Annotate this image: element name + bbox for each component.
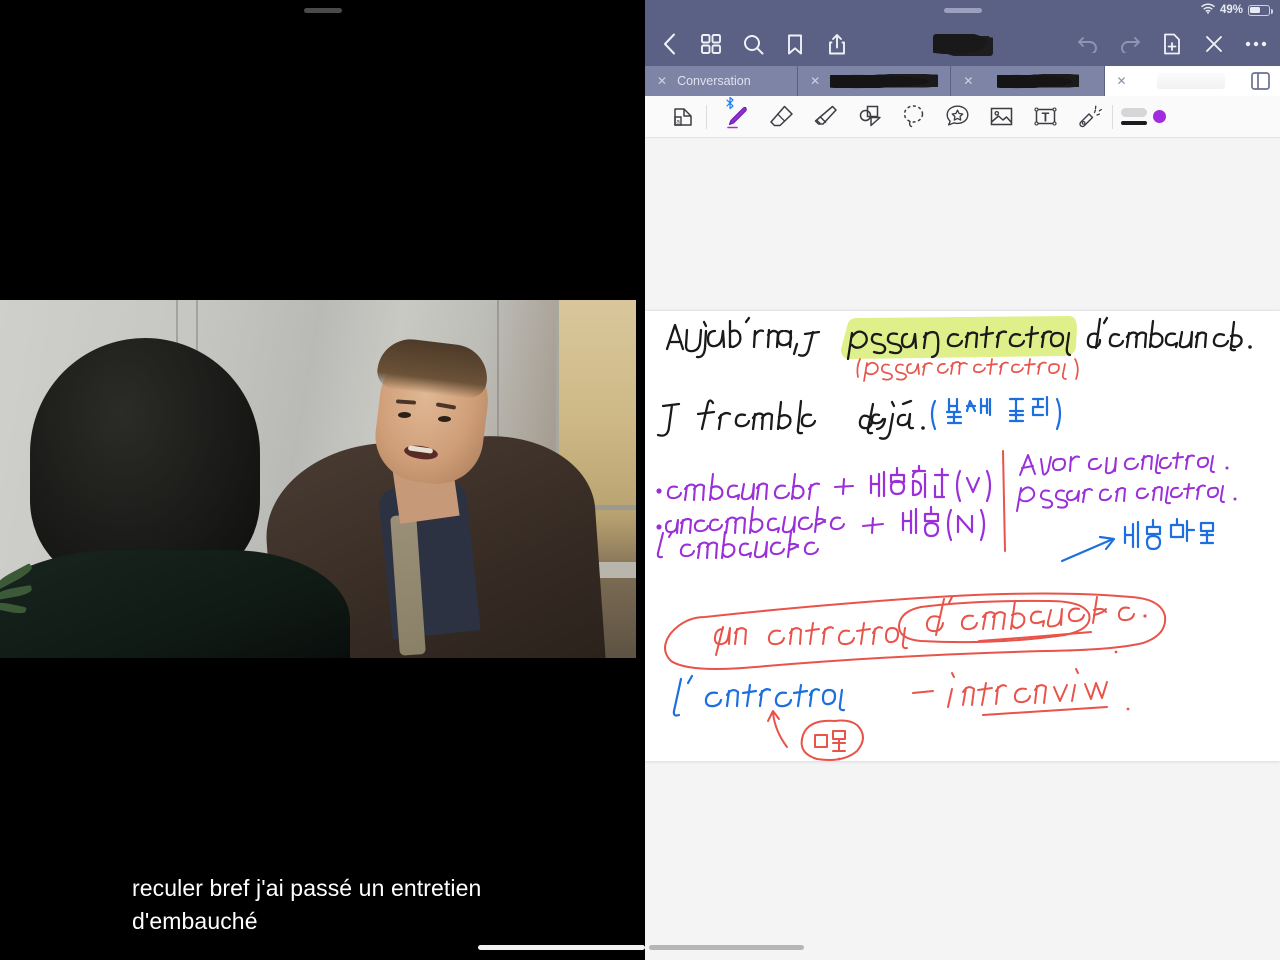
ink-red-divider <box>1002 450 1006 552</box>
note-canvas-area[interactable] <box>645 138 1280 960</box>
laser-pointer-tool[interactable] <box>1067 98 1113 136</box>
note-page[interactable] <box>645 311 1280 761</box>
ink-line-je-tremble-deja <box>656 399 925 440</box>
document-title-redacted <box>932 34 993 56</box>
battery-percent-label: 49% <box>1219 4 1243 16</box>
tab-label-redacted <box>1156 73 1225 89</box>
tab-label: Conversation <box>677 74 751 88</box>
note-nav-bar <box>645 22 1280 66</box>
ink-vocab-une-embauche <box>656 505 885 560</box>
subtitle-line-2: d'embauché <box>132 908 258 934</box>
tab-redacted-1[interactable]: ✕ <box>798 66 952 96</box>
ink-line-passer-un-entretien <box>856 358 1079 382</box>
note-app-pane[interactable]: 49% ✕ Conversation ✕ ✕ ✕ a T <box>645 0 1280 960</box>
share-icon[interactable] <box>825 32 849 56</box>
tab-close-icon[interactable]: ✕ <box>810 75 820 87</box>
tab-label-redacted <box>997 73 1080 89</box>
video-frame[interactable] <box>0 300 636 658</box>
interviewer-eye <box>398 412 411 418</box>
status-bar: 49% <box>645 0 1280 22</box>
pane-grab-handle[interactable] <box>303 8 342 13</box>
pen-tool[interactable] <box>715 96 759 136</box>
ink-korean-chaeyong <box>901 505 986 542</box>
stroke-color-dot[interactable] <box>1153 110 1166 123</box>
ipad-split-screen: reculer bref j'ai passé un entretien d'e… <box>0 0 1280 960</box>
bookmark-icon[interactable] <box>783 32 807 56</box>
battery-icon <box>1248 4 1273 16</box>
eraser-tool[interactable] <box>759 98 803 136</box>
tab-redacted-2[interactable]: ✕ <box>951 66 1105 96</box>
svg-text:a: a <box>676 118 680 125</box>
wifi-icon <box>1201 3 1215 17</box>
horizontal-scrollbar[interactable] <box>649 945 804 950</box>
ink-right-avoir-passer <box>1016 452 1237 512</box>
ink-vocab-embaucher <box>656 472 855 502</box>
tab-active-redacted[interactable]: ✕ <box>1104 66 1242 96</box>
sticker-tool[interactable] <box>935 98 979 136</box>
add-page-icon[interactable] <box>1160 32 1184 56</box>
drawing-toolbar[interactable]: a T <box>645 96 1280 138</box>
tab-close-icon[interactable]: ✕ <box>963 75 973 87</box>
stroke-thick-bar[interactable] <box>1121 108 1147 117</box>
subtitle-line-1: reculer bref j'ai passé un entretien <box>132 875 482 901</box>
highlighter-tool[interactable] <box>803 98 847 136</box>
back-chevron-icon[interactable] <box>657 32 681 56</box>
ink-red-interview-group <box>767 668 1130 761</box>
image-tool[interactable] <box>979 98 1023 136</box>
interviewer-eye <box>438 416 451 422</box>
tab-bar[interactable]: ✕ Conversation ✕ ✕ ✕ <box>645 66 1280 96</box>
handwritten-ink-layer <box>656 316 1252 761</box>
bluetooth-icon <box>726 96 734 109</box>
search-icon[interactable] <box>741 32 765 56</box>
grid-thumbnails-icon[interactable] <box>699 32 723 56</box>
tab-close-icon[interactable]: ✕ <box>1117 75 1127 87</box>
text-box-tool[interactable]: T <box>1023 98 1067 136</box>
page-flip-tool[interactable]: a <box>661 98 707 136</box>
home-indicator-left[interactable] <box>478 945 645 950</box>
tab-close-icon[interactable]: ✕ <box>657 75 667 87</box>
close-icon[interactable] <box>1202 32 1226 56</box>
interviewee-shoulder <box>0 550 350 658</box>
ink-blue-lentretien <box>672 674 846 717</box>
pane-grab-handle-right[interactable] <box>943 8 982 13</box>
svg-text:T: T <box>1041 111 1049 125</box>
tab-label-redacted <box>830 73 939 89</box>
office-plant <box>0 562 52 632</box>
stroke-thickness-bars[interactable] <box>1121 108 1147 125</box>
status-indicators: 49% <box>1201 3 1273 17</box>
more-ellipsis-icon[interactable] <box>1244 32 1268 56</box>
ink-korean-beolsseo <box>930 395 1062 431</box>
ink-korean-chaeyonghada <box>869 464 992 503</box>
ink-red-circled-phrase <box>664 592 1167 670</box>
stroke-style-swatch[interactable] <box>1121 108 1166 125</box>
ink-blue-arrow-korean <box>1060 517 1215 563</box>
video-subtitle: reculer bref j'ai passé un entretien d'e… <box>132 872 602 938</box>
tab-conversation[interactable]: ✕ Conversation <box>645 66 799 96</box>
split-view-icon[interactable] <box>1241 66 1280 96</box>
shapes-tool[interactable] <box>847 98 891 136</box>
stroke-thin-bar[interactable] <box>1121 121 1147 125</box>
lasso-select-tool[interactable] <box>891 98 935 136</box>
video-player-pane[interactable]: reculer bref j'ai passé un entretien d'e… <box>0 0 645 960</box>
redo-icon[interactable] <box>1118 32 1142 56</box>
undo-icon[interactable] <box>1076 32 1100 56</box>
